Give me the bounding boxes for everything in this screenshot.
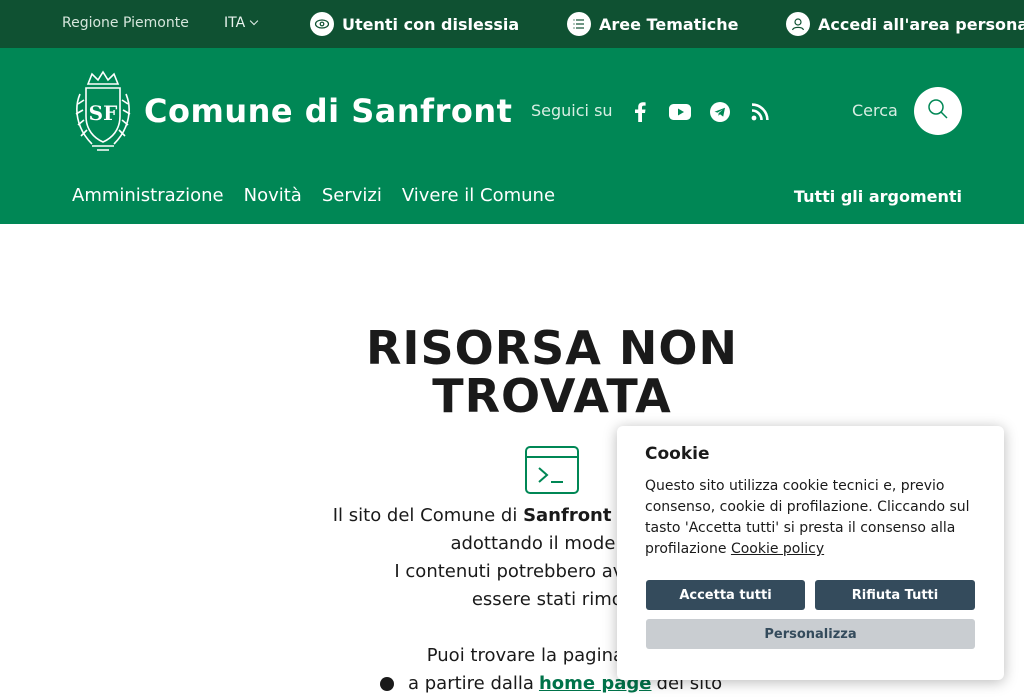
region-link[interactable]: Regione Piemonte xyxy=(62,15,189,31)
themed-areas-link[interactable]: Aree Tematiche xyxy=(567,12,739,36)
telegram-icon[interactable] xyxy=(709,101,731,123)
nav-item-services[interactable]: Servizi xyxy=(322,185,382,206)
bullet-icon xyxy=(380,677,394,691)
top-bar: Regione Piemonte ITA Utenti con dislessi… xyxy=(0,0,1024,48)
themed-areas-label: Aree Tematiche xyxy=(599,14,739,34)
language-label: ITA xyxy=(224,15,246,31)
customize-button[interactable]: Personalizza xyxy=(646,619,975,649)
site-title[interactable]: Comune di Sanfront xyxy=(144,92,512,130)
search-button[interactable] xyxy=(914,87,962,135)
all-topics-link[interactable]: Tutti gli argomenti xyxy=(794,187,962,206)
search-icon xyxy=(926,97,950,125)
nav-item-living[interactable]: Vivere il Comune xyxy=(402,185,555,206)
rss-icon[interactable] xyxy=(749,101,771,123)
eye-icon xyxy=(310,12,334,36)
cookie-dialog-text: Questo sito utilizza cookie tecnici e, p… xyxy=(645,476,976,560)
user-icon xyxy=(786,12,810,36)
bullet-text-before: a partire dalla xyxy=(408,673,534,694)
crest-letters: SF xyxy=(89,101,118,125)
nav-item-news[interactable]: Novità xyxy=(244,185,302,206)
site-header: SF Comune di Sanfront Seguici su Cerca A… xyxy=(0,48,1024,224)
desc-text-before: Il sito del Comune di xyxy=(332,505,518,526)
dyslexia-link[interactable]: Utenti con dislessia xyxy=(310,12,519,36)
municipality-crest-logo[interactable]: SF xyxy=(72,70,134,152)
cookie-dialog-title: Cookie xyxy=(645,444,710,464)
dyslexia-label: Utenti con dislessia xyxy=(342,14,520,34)
personal-area-login-label: Accedi all'area personale xyxy=(818,14,1024,34)
desc-municipality-name: Sanfront xyxy=(523,505,612,526)
terminal-icon xyxy=(525,446,579,494)
chevron-down-icon xyxy=(249,16,259,26)
facebook-icon[interactable] xyxy=(629,101,651,123)
search-label: Cerca xyxy=(852,101,898,120)
error-title: RISORSA NON TROVATA xyxy=(365,321,739,423)
list-icon xyxy=(567,12,591,36)
nav-item-administration[interactable]: Amministrazione xyxy=(72,185,224,206)
follow-us-label: Seguici su xyxy=(531,101,613,120)
personal-area-login-link[interactable]: Accedi all'area personale xyxy=(786,12,1024,36)
language-selector[interactable]: ITA xyxy=(224,15,259,31)
cookie-policy-link[interactable]: Cookie policy xyxy=(731,541,824,557)
accept-all-button[interactable]: Accetta tutti xyxy=(646,580,805,610)
cookie-consent-dialog: Cookie Questo sito utilizza cookie tecni… xyxy=(617,426,1004,680)
youtube-icon[interactable] xyxy=(669,101,691,123)
main-navigation: Amministrazione Novità Servizi Vivere il… xyxy=(72,185,555,206)
reject-all-button[interactable]: Rifiuta Tutti xyxy=(815,580,975,610)
